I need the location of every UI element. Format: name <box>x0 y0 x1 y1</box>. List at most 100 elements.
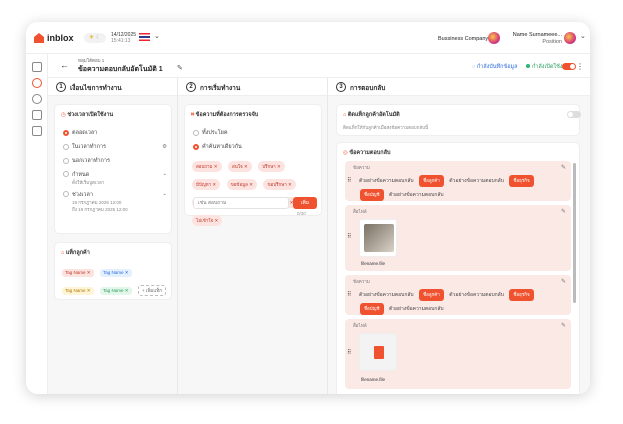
reply-message-file[interactable]: ⠿ สื่อไฟล์ ✎ filename.file <box>345 319 571 389</box>
close-icon[interactable]: ✕ <box>87 270 91 275</box>
keyword-chip[interactable]: ปรึกษา ✕ <box>258 161 285 172</box>
more-options-icon[interactable]: ⋮ <box>576 62 584 71</box>
schedule-title-text: ช่วงเวลาเปิดใช้งาน <box>67 112 114 118</box>
logo[interactable]: inblox <box>34 33 74 43</box>
char-counter: 0/30 <box>297 211 306 216</box>
drag-handle-icon[interactable]: ⠿ <box>347 349 351 356</box>
scrollbar[interactable] <box>573 163 576 303</box>
close-icon[interactable]: ✕ <box>244 164 248 169</box>
chevron-down-icon[interactable]: ⌄ <box>162 171 167 177</box>
conditions-column: 1 เงื่อนไขการทำงาน ◷ ช่วงเวลาเปิดใช้งาน … <box>48 78 178 394</box>
file-name: filename.file <box>361 377 386 382</box>
sync-label: กำลังบันทึกข้อมูล <box>476 64 518 70</box>
breadcrumb[interactable]: หลุมโต้ตอบ 1 <box>78 57 104 64</box>
drag-handle-icon[interactable]: ⠿ <box>347 291 351 298</box>
option-sub: ตั้งให้เริ่มบูตเวลา <box>72 180 105 185</box>
close-icon[interactable]: ✕ <box>214 218 218 223</box>
variable-chip[interactable]: ชื่อธุรกิจ <box>509 175 534 187</box>
variable-chip[interactable]: ชื่อบัญชี <box>360 303 384 315</box>
dashboard-icon[interactable] <box>32 62 42 72</box>
tag-card-title: ⌂ แท็กลูกค้า <box>61 249 90 257</box>
add-tag-button[interactable]: + เพิ่มแท็ก <box>138 285 166 296</box>
company-avatar[interactable] <box>488 32 500 44</box>
keyword-chip[interactable]: สนใจ ✕ <box>228 161 252 172</box>
radio-icon <box>193 144 199 150</box>
keyword-label: สนใจ <box>232 164 243 169</box>
company-name[interactable]: Bussiness Company <box>438 36 488 42</box>
keyword-chip[interactable]: ขอปรึกษา ✕ <box>263 179 296 190</box>
option-after-hours[interactable]: นอกเวลาทำการ <box>63 157 110 165</box>
keyword-chip[interactable]: สอบถาม ✕ <box>192 161 222 172</box>
tag-chip[interactable]: Tag Name ✕ <box>62 269 94 277</box>
edit-icon[interactable]: ✎ <box>561 278 566 285</box>
keyword-chip[interactable]: มีปัญหา ✕ <box>192 179 221 190</box>
edit-icon[interactable]: ✎ <box>561 208 566 215</box>
column-header: 1 เงื่อนไขการทำงาน <box>48 78 177 96</box>
option-same-keyword[interactable]: คำค้นหาเดียวกัน <box>193 143 242 151</box>
user-avatar[interactable] <box>564 32 576 44</box>
reply-message-text[interactable]: ⠿ ข้อความ ✎ ตัวอย่างข้อความตอบกลับ ชื่อล… <box>345 161 571 201</box>
edit-title-icon[interactable]: ✎ <box>177 64 183 72</box>
auto-tag-toggle[interactable] <box>567 111 581 118</box>
keyword-label: ขอปรึกษา <box>267 182 287 187</box>
close-icon[interactable]: ✕ <box>214 164 218 169</box>
option-custom[interactable]: กำหนด ตั้งให้เริ่มบูตเวลา ⌄ <box>63 171 167 186</box>
image-thumbnail[interactable] <box>359 219 397 257</box>
tag-chip[interactable]: Tag Name ✕ <box>62 287 94 295</box>
drag-handle-icon[interactable]: ⠿ <box>347 233 351 240</box>
chevron-down-icon[interactable]: ⌄ <box>154 32 160 40</box>
close-icon[interactable]: ✕ <box>125 270 129 275</box>
variable-chip[interactable]: ชื่อลูกค้า <box>419 289 444 301</box>
gear-icon[interactable]: ⚙ <box>162 144 167 150</box>
close-icon[interactable]: ✕ <box>125 288 129 293</box>
add-keyword-button[interactable]: เพิ่ม <box>293 197 317 209</box>
variable-chip[interactable]: ชื่อลูกค้า <box>419 175 444 187</box>
schedule-card: ◷ ช่วงเวลาเปิดใช้งาน ตลอดเวลา ในเวลาทำกา… <box>54 104 172 234</box>
file-thumbnail[interactable] <box>359 333 397 371</box>
back-arrow-icon[interactable]: ← <box>60 60 69 70</box>
keyword-input[interactable] <box>193 197 289 209</box>
option-always[interactable]: ตลอดเวลา <box>63 129 97 137</box>
theme-toggle[interactable]: ☀ ☾ <box>84 33 106 43</box>
keyword-chip[interactable]: ไม่เข้าใจ ✕ <box>192 215 223 226</box>
user-info[interactable]: Name Surnameee... Position <box>512 32 562 46</box>
drag-handle-icon[interactable]: ⠿ <box>347 177 351 184</box>
option-period[interactable]: ช่วงเวลา 19 กรกฎาคม 2025 12:00 ถึง 19 กรกฎ… <box>63 191 167 213</box>
inbox-icon[interactable] <box>32 110 42 120</box>
chat-icon[interactable] <box>32 78 42 88</box>
reply-message-text[interactable]: ⠿ ข้อความ ✎ ตัวอย่างข้อความตอบกลับ ชื่อล… <box>345 275 571 315</box>
close-icon[interactable]: ✕ <box>212 182 216 187</box>
edit-icon[interactable]: ✎ <box>561 322 566 329</box>
message-text: ตัวอย่างข้อความตอบกลับ <box>359 178 414 184</box>
keyword-list: สอบถาม ✕ สนใจ ✕ ปรึกษา ✕ มีปัญหา ✕ ขอข้อ… <box>191 155 319 227</box>
reply-message-image[interactable]: ⠿ สื่อไฟล์ ✎ filename.file <box>345 205 571 271</box>
tag-chip[interactable]: Tag Name ✕ <box>100 269 132 277</box>
tag-label: Tag Name <box>103 288 124 293</box>
user-menu-chevron-icon[interactable]: ⌄ <box>580 32 586 40</box>
edit-icon[interactable]: ✎ <box>561 164 566 171</box>
option-full-sentence[interactable]: ทั้งประโยค <box>193 129 228 137</box>
chevron-down-icon[interactable]: ⌄ <box>162 191 167 197</box>
active-toggle[interactable] <box>562 63 576 70</box>
status-dot-icon <box>526 64 530 68</box>
message-label: สื่อไฟล์ <box>353 209 367 214</box>
language-flag-icon[interactable] <box>139 33 150 41</box>
keyword-chip[interactable]: ขอข้อมูล ✕ <box>226 179 257 190</box>
tag-chip[interactable]: Tag Name ✕ <box>100 287 132 295</box>
option-business-hours[interactable]: ในเวลาทำการ ⚙ <box>63 143 167 151</box>
radio-icon <box>63 171 69 177</box>
logo-mark-icon <box>34 33 44 43</box>
close-icon[interactable]: ✕ <box>249 182 253 187</box>
mail-icon[interactable] <box>32 126 42 136</box>
close-icon[interactable]: ✕ <box>277 164 281 169</box>
close-icon[interactable]: ✕ <box>87 288 91 293</box>
reply-messages-card: ◎ ข้อความตอบกลับ ⠿ ข้อความ ✎ ตัวอย่างข้อ… <box>336 142 580 394</box>
radio-icon <box>63 191 69 197</box>
keyword-label: สอบถาม <box>196 164 213 169</box>
variable-chip[interactable]: ชื่อธุรกิจ <box>509 289 534 301</box>
message-label: ข้อความ <box>353 279 370 284</box>
close-icon[interactable]: ✕ <box>288 182 292 187</box>
keyword-label: มีปัญหา <box>196 182 212 187</box>
variable-chip[interactable]: ชื่อบัญชี <box>360 189 384 201</box>
users-icon[interactable] <box>32 94 42 104</box>
